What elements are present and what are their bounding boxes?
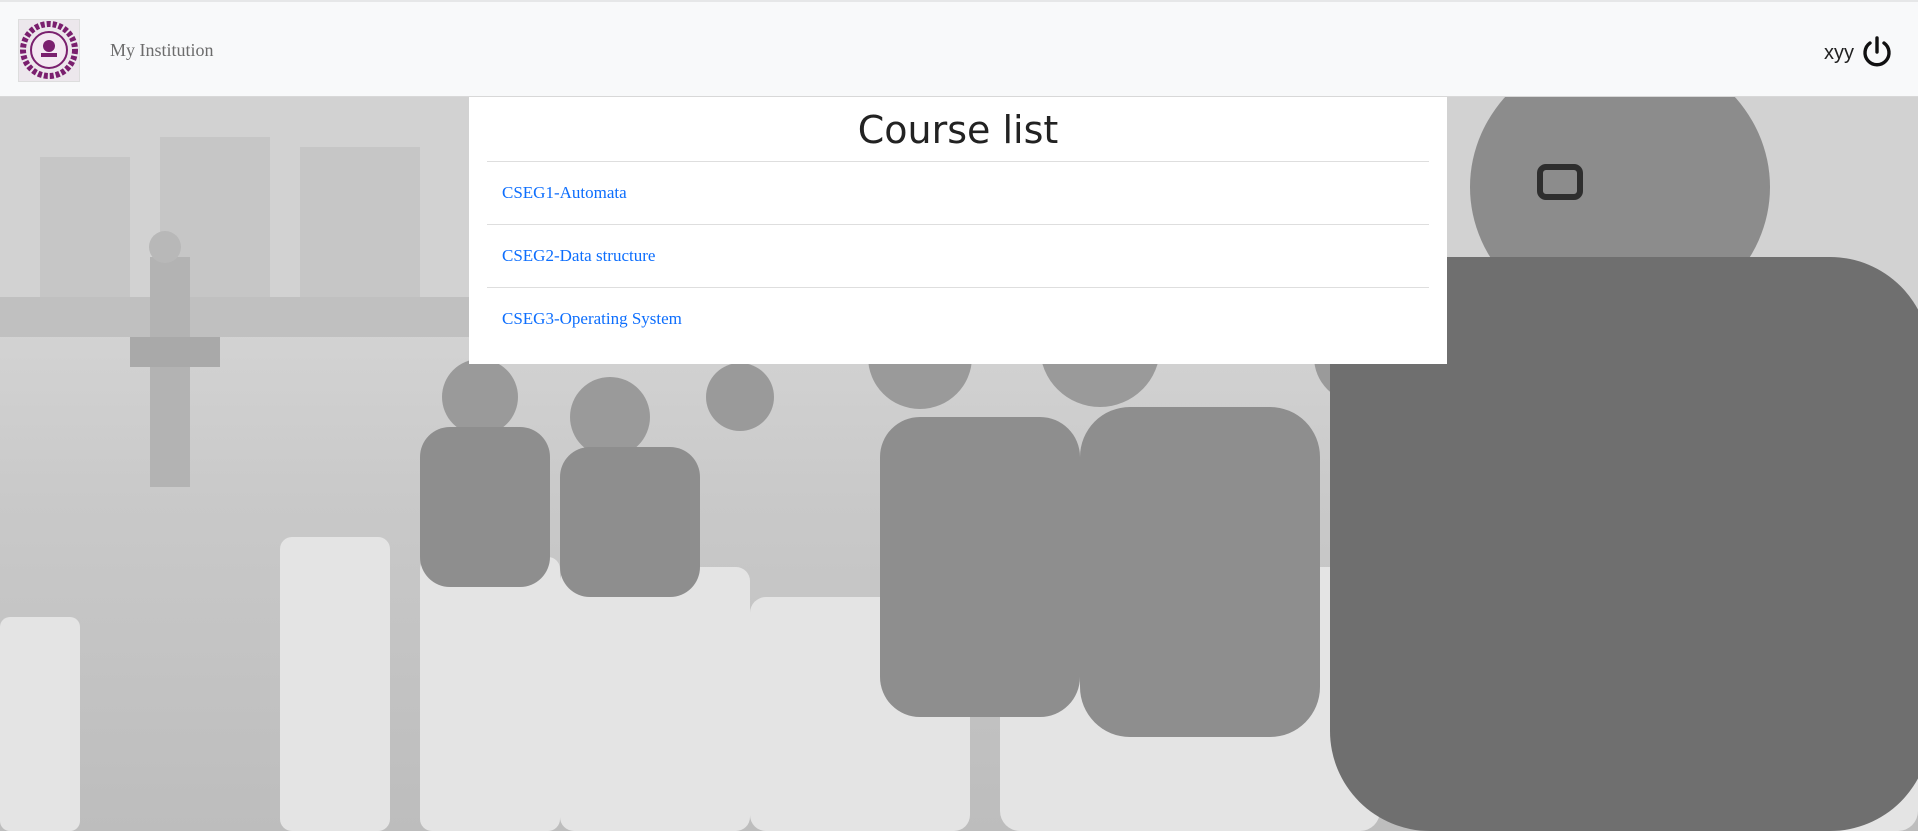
course-link-cseg3[interactable]: CSEG3-Operating System [502, 309, 682, 329]
list-item: CSEG1-Automata [487, 162, 1429, 225]
course-panel: Course list CSEG1-Automata CSEG2-Data st… [469, 97, 1447, 364]
power-icon [1863, 36, 1891, 67]
page-title: Course list [857, 108, 1059, 152]
institution-logo[interactable] [18, 19, 80, 82]
course-link-cseg1[interactable]: CSEG1-Automata [502, 183, 627, 203]
top-navbar: My Institution xyy [0, 0, 1918, 96]
logout-button[interactable] [1860, 35, 1894, 69]
course-link-cseg2[interactable]: CSEG2-Data structure [502, 246, 655, 266]
list-item: CSEG2-Data structure [487, 225, 1429, 288]
brand-link[interactable]: My Institution [110, 40, 214, 61]
seal-logo-icon [20, 21, 78, 79]
list-item: CSEG3-Operating System [487, 288, 1429, 350]
user-name: xyy [1824, 42, 1854, 64]
course-list: CSEG1-Automata CSEG2-Data structure CSEG… [487, 161, 1429, 350]
